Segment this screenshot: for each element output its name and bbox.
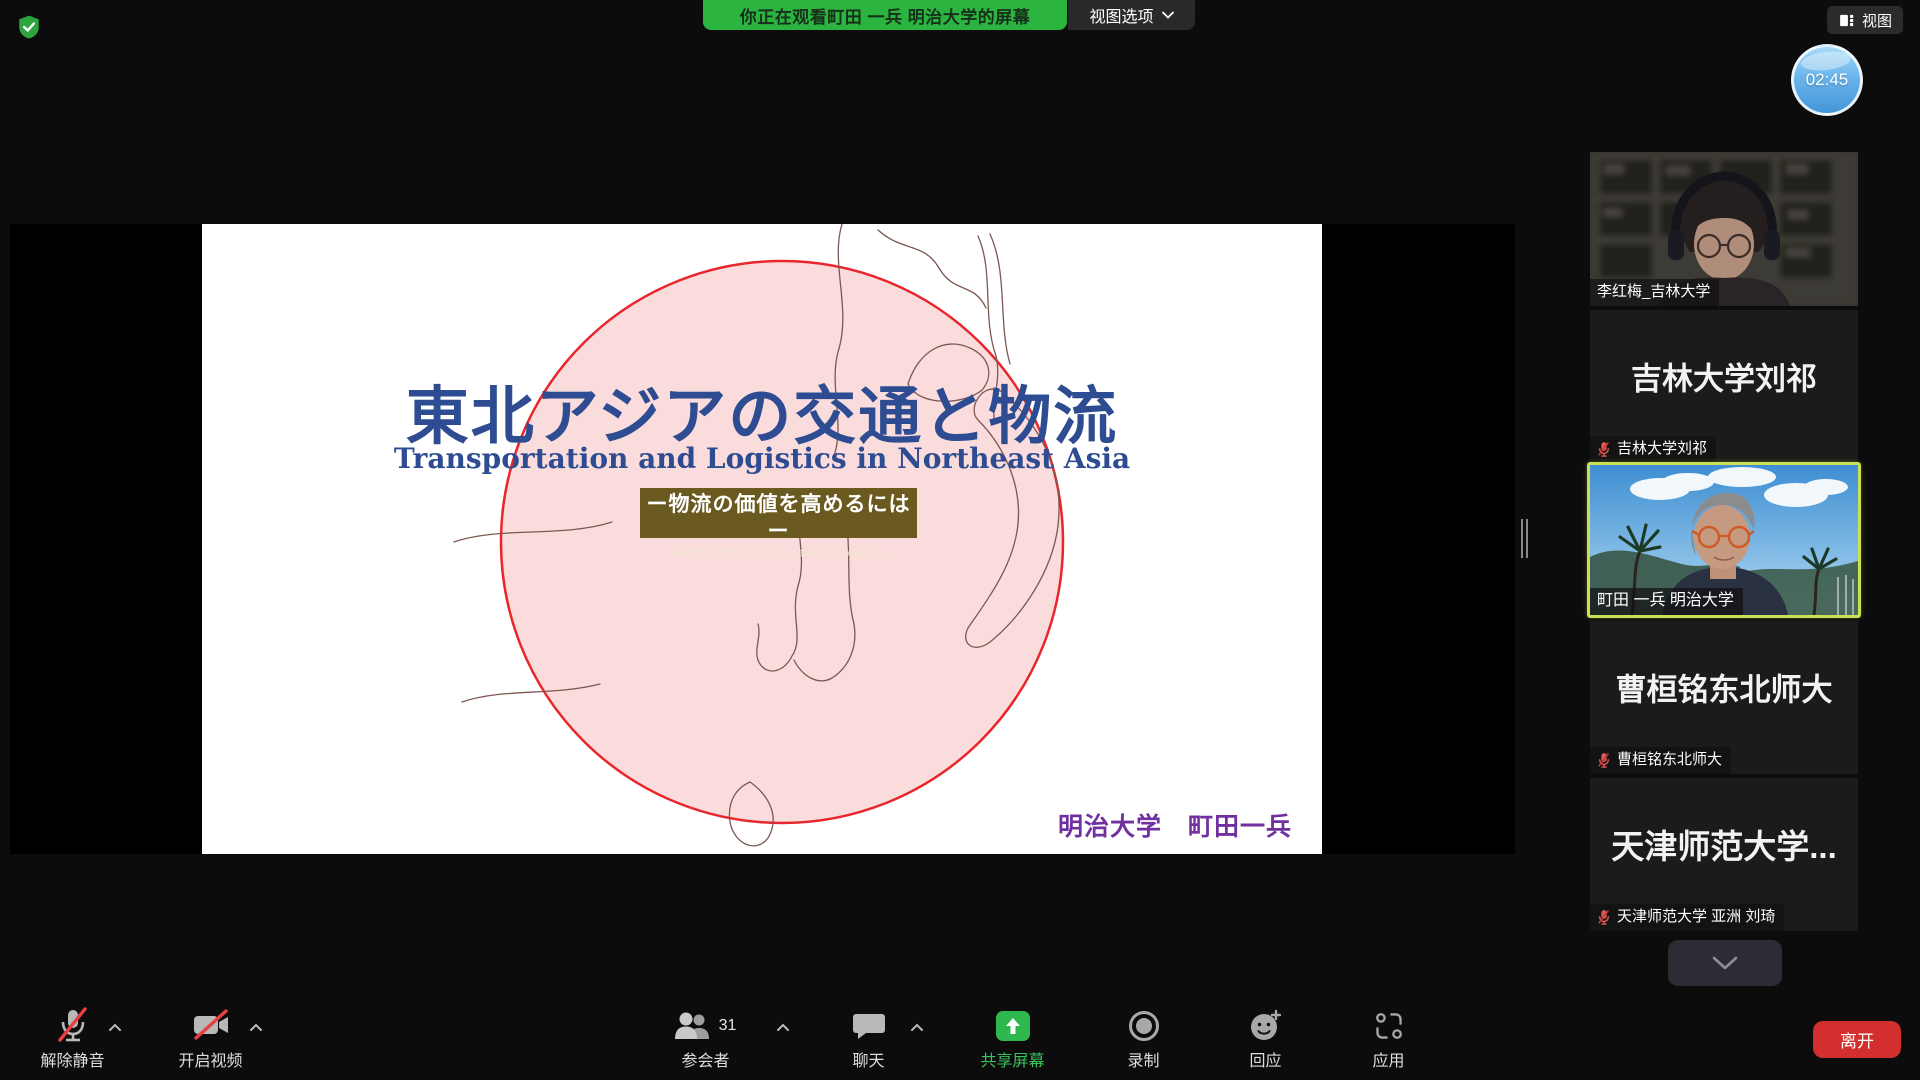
screen-share-stage: 東北アジアの交通と物流 Transportation and Logistics…	[10, 224, 1515, 854]
muted-mic-icon	[56, 1007, 90, 1045]
sidebar-resize-handle[interactable]	[1521, 519, 1528, 558]
audio-options-caret[interactable]	[104, 1019, 126, 1035]
gallery-grid-icon	[1838, 12, 1855, 29]
active-speaker-tile[interactable]: 町田 一兵 明治大学	[1590, 465, 1858, 615]
apps-label: 应用	[1372, 1053, 1404, 1071]
apps-icon	[1374, 1011, 1404, 1041]
participant-name: 李红梅_吉林大学	[1597, 283, 1710, 301]
reactions-smiley-icon	[1249, 1009, 1283, 1043]
participant-name-label: 曹桓铭东北师大	[1590, 747, 1731, 774]
badge-japanese-text: ー物流の価値を高めるにはー	[640, 491, 917, 545]
chat-bubble-icon	[853, 1011, 885, 1041]
reactions-label: 回应	[1249, 1053, 1281, 1071]
meeting-timer[interactable]: 02:45	[1791, 44, 1863, 116]
participant-name-label: 町田 一兵 明治大学	[1590, 588, 1743, 615]
share-screen-icon	[994, 1010, 1032, 1042]
record-button[interactable]: 录制	[1091, 1007, 1196, 1071]
muted-mic-icon	[1597, 441, 1611, 458]
participant-name-label: 李红梅_吉林大学	[1590, 279, 1719, 306]
scroll-participants-down-button[interactable]	[1668, 940, 1782, 986]
participant-tile-placeholder[interactable]: 吉林大学刘祁 吉林大学刘祁	[1590, 310, 1858, 463]
participant-name-label: 吉林大学刘祁	[1590, 436, 1716, 463]
participant-name: 天津师范大学 亚洲 刘琦	[1617, 908, 1775, 926]
muted-mic-icon	[1597, 909, 1611, 926]
chevron-down-icon	[1712, 956, 1738, 970]
view-button-label: 视图	[1862, 10, 1892, 31]
participants-count: 31	[719, 1017, 737, 1035]
participant-name: 吉林大学刘祁	[1617, 440, 1707, 458]
participant-tile-placeholder[interactable]: 曹桓铭东北师大 曹桓铭东北师大	[1590, 621, 1858, 774]
share-screen-label: 共享屏幕	[980, 1053, 1044, 1071]
participant-display-name: 天津师范大学...	[1590, 820, 1858, 868]
view-button[interactable]: 视图	[1827, 6, 1903, 34]
participant-display-name: 吉林大学刘祁	[1590, 353, 1858, 398]
participant-tile-video[interactable]: 李红梅_吉林大学	[1590, 152, 1858, 306]
view-options-label: 视图选项	[1089, 3, 1153, 27]
badge-english-text: How to increase the value of logistics	[640, 545, 917, 560]
chevron-down-icon	[1162, 11, 1174, 19]
zoom-meeting-window: 你正在观看町田 一兵 明治大学的屏幕 视图选项 视图 02:45	[0, 0, 1920, 1080]
participants-icon	[675, 1011, 713, 1041]
participant-name-label: 天津师范大学 亚洲 刘琦	[1590, 904, 1784, 931]
watching-banner-text: 你正在观看町田 一兵 明治大学的屏幕	[740, 3, 1030, 28]
participant-display-name: 曹桓铭东北师大	[1590, 664, 1858, 709]
participants-button[interactable]: 31 参会者	[653, 1007, 758, 1071]
apps-button[interactable]: 应用	[1336, 1007, 1441, 1071]
view-options-button[interactable]: 视图选项	[1068, 0, 1195, 30]
unmute-label: 解除静音	[40, 1053, 104, 1071]
muted-mic-icon	[1597, 752, 1611, 769]
slide-subtitle-badge: ー物流の価値を高めるにはー How to increase the value …	[640, 488, 917, 538]
participants-options-caret[interactable]	[772, 1019, 794, 1035]
participant-name: 町田 一兵 明治大学	[1597, 592, 1734, 610]
slide-author-credit: 明治大学 町田一兵	[1058, 807, 1292, 843]
start-video-label: 开启视频	[178, 1053, 242, 1071]
share-screen-button[interactable]: 共享屏幕	[960, 1007, 1065, 1071]
watching-banner: 你正在观看町田 一兵 明治大学的屏幕	[703, 0, 1067, 30]
participant-tile-placeholder[interactable]: 天津师范大学... 天津师范大学 亚洲 刘琦	[1590, 778, 1858, 931]
timer-value: 02:45	[1806, 70, 1849, 90]
participants-label: 参会者	[681, 1053, 729, 1071]
participant-name: 曹桓铭东北师大	[1617, 751, 1722, 769]
chat-options-caret[interactable]	[906, 1019, 928, 1035]
security-shield-icon[interactable]	[16, 14, 42, 40]
start-video-button[interactable]: 开启视频	[158, 1007, 263, 1071]
presentation-slide: 東北アジアの交通と物流 Transportation and Logistics…	[202, 224, 1322, 854]
camera-off-icon	[190, 1008, 232, 1044]
record-label: 录制	[1127, 1053, 1159, 1071]
chat-label: 聊天	[852, 1053, 884, 1071]
unmute-button[interactable]: 解除静音	[20, 1007, 125, 1071]
record-icon	[1128, 1010, 1160, 1042]
slide-title-english: Transportation and Logistics in Northeas…	[202, 442, 1322, 475]
chat-button[interactable]: 聊天	[816, 1007, 921, 1071]
reactions-button[interactable]: 回应	[1213, 1007, 1318, 1071]
video-options-caret[interactable]	[245, 1019, 267, 1035]
leave-button[interactable]: 离开	[1813, 1021, 1901, 1058]
